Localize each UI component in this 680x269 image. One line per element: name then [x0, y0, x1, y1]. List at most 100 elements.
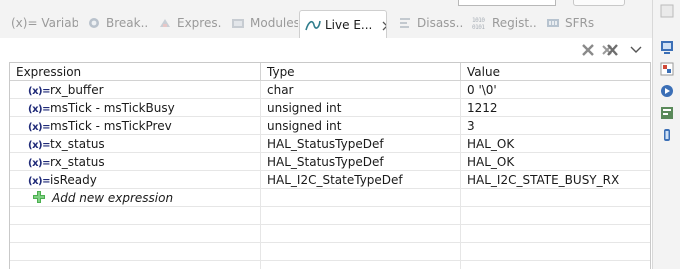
- memory-view-icon[interactable]: [660, 62, 674, 76]
- table-header: Expression Type Value: [10, 63, 650, 81]
- table-row[interactable]: (x)=msTick - msTickPrev unsigned int 3: [10, 117, 650, 135]
- variable-icon: (x)=: [28, 176, 50, 187]
- expression-name: rx_status: [50, 155, 105, 169]
- empty-cell: [10, 243, 261, 261]
- tab-modules-label: Modules: [250, 16, 298, 30]
- top-search-field[interactable]: [458, 0, 556, 6]
- empty-row: [10, 243, 650, 261]
- add-plus-icon: [32, 190, 46, 204]
- type-cell: unsigned int: [261, 117, 461, 135]
- expression-cell: Add new expression: [10, 189, 261, 207]
- tab-registers-label: Regist...: [492, 16, 537, 30]
- view-toolbar: [0, 38, 652, 62]
- column-header-value[interactable]: Value: [461, 63, 650, 81]
- battery-view-icon[interactable]: [660, 128, 674, 142]
- modules-icon: [230, 15, 246, 31]
- type-cell: HAL_StatusTypeDef: [261, 153, 461, 171]
- value-cell[interactable]: 0 '\0': [461, 81, 650, 99]
- minimized-views-bar: [652, 0, 680, 269]
- tab-sfrs-label: SFRs: [565, 16, 595, 30]
- variable-icon: (x)=: [28, 158, 50, 169]
- empty-cell: [261, 261, 461, 269]
- empty-cell: [461, 225, 650, 243]
- variable-icon: (x)=: [28, 86, 50, 97]
- svg-text:0101: 0101: [472, 24, 485, 30]
- expression-cell: (x)=isReady: [10, 171, 261, 189]
- live-expressions-icon: [305, 17, 321, 33]
- empty-row: [10, 225, 650, 243]
- value-cell[interactable]: HAL_OK: [461, 135, 650, 153]
- value-cell[interactable]: HAL_OK: [461, 153, 650, 171]
- empty-row: [10, 261, 650, 269]
- expression-cell: (x)=rx_buffer: [10, 81, 261, 99]
- type-cell: [261, 189, 461, 207]
- value-cell[interactable]: HAL_I2C_STATE_BUSY_RX: [461, 171, 650, 189]
- type-cell: HAL_I2C_StateTypeDef: [261, 171, 461, 189]
- table-row[interactable]: (x)=tx_status HAL_StatusTypeDef HAL_OK: [10, 135, 650, 153]
- expression-name: msTick - msTickBusy: [50, 101, 175, 115]
- tab-expressions[interactable]: Expres...: [152, 10, 222, 36]
- toolbar-button-icon[interactable]: [660, 4, 674, 18]
- type-cell: char: [261, 81, 461, 99]
- sfrs-icon: [545, 15, 561, 31]
- column-header-expression[interactable]: Expression: [10, 63, 261, 81]
- console-view-icon[interactable]: [660, 40, 674, 54]
- empty-cell: [10, 207, 261, 225]
- empty-row: [10, 207, 650, 225]
- expression-name: msTick - msTickPrev: [50, 119, 172, 133]
- top-toolbar-button[interactable]: [573, 0, 625, 6]
- tab-breakpoints[interactable]: Break...: [81, 10, 149, 36]
- variable-icon: (x)=: [28, 140, 50, 151]
- expression-name: isReady: [50, 173, 97, 187]
- close-icon[interactable]: [382, 20, 386, 30]
- tab-variables[interactable]: (x)= Variabl...: [6, 10, 78, 36]
- empty-cell: [10, 261, 261, 269]
- tab-disassembly[interactable]: Disass...: [392, 10, 464, 36]
- live-expressions-table: Expression Type Value (x)=rx_buffer char…: [9, 62, 651, 269]
- tab-disassembly-label: Disass...: [417, 16, 464, 30]
- empty-cell: [10, 225, 261, 243]
- tab-variables-label: (x)= Variabl...: [11, 16, 78, 30]
- type-cell: HAL_StatusTypeDef: [261, 135, 461, 153]
- empty-cell: [261, 207, 461, 225]
- table-row[interactable]: (x)=rx_status HAL_StatusTypeDef HAL_OK: [10, 153, 650, 171]
- tab-expressions-label: Expres...: [177, 16, 222, 30]
- tab-registers[interactable]: 1010 0101 Regist...: [467, 10, 537, 36]
- add-expression-row[interactable]: Add new expression: [10, 189, 650, 207]
- outline-view-icon[interactable]: [660, 106, 674, 120]
- tab-live-expressions[interactable]: Live E...: [299, 10, 387, 38]
- column-header-type[interactable]: Type: [261, 63, 461, 81]
- variable-icon: (x)=: [28, 104, 50, 115]
- empty-cell: [461, 243, 650, 261]
- table-row[interactable]: (x)=rx_buffer char 0 '\0': [10, 81, 650, 99]
- variable-icon: (x)=: [28, 122, 50, 133]
- tab-modules[interactable]: Modules: [225, 10, 298, 36]
- value-cell[interactable]: 3: [461, 117, 650, 135]
- svg-text:1010: 1010: [472, 17, 485, 24]
- empty-cell: [261, 225, 461, 243]
- empty-cell: [461, 261, 650, 269]
- add-expression-label[interactable]: Add new expression: [52, 191, 173, 205]
- breakpoints-icon: [86, 15, 102, 31]
- expression-name: rx_buffer: [50, 83, 104, 97]
- empty-cell: [261, 243, 461, 261]
- table-row[interactable]: (x)=msTick - msTickBusy unsigned int 121…: [10, 99, 650, 117]
- disassembly-icon: [397, 15, 413, 31]
- view-tab-bar: (x)= Variabl... Break... Expres... Modul…: [0, 0, 652, 38]
- view-menu-icon[interactable]: [628, 42, 644, 58]
- debug-view-icon[interactable]: [660, 84, 674, 98]
- value-cell: [461, 189, 650, 207]
- expressions-icon: [157, 15, 173, 31]
- tab-breakpoints-label: Break...: [106, 16, 149, 30]
- expression-cell: (x)=msTick - msTickPrev: [10, 117, 261, 135]
- remove-all-icon[interactable]: [601, 42, 618, 58]
- empty-cell: [461, 207, 650, 225]
- value-cell[interactable]: 1212: [461, 99, 650, 117]
- tab-sfrs[interactable]: SFRs: [540, 10, 600, 36]
- expression-cell: (x)=msTick - msTickBusy: [10, 99, 261, 117]
- remove-icon[interactable]: [580, 42, 596, 58]
- expression-name: tx_status: [50, 137, 105, 151]
- expression-cell: (x)=tx_status: [10, 135, 261, 153]
- table-row[interactable]: (x)=isReady HAL_I2C_StateTypeDef HAL_I2C…: [10, 171, 650, 189]
- expression-cell: (x)=rx_status: [10, 153, 261, 171]
